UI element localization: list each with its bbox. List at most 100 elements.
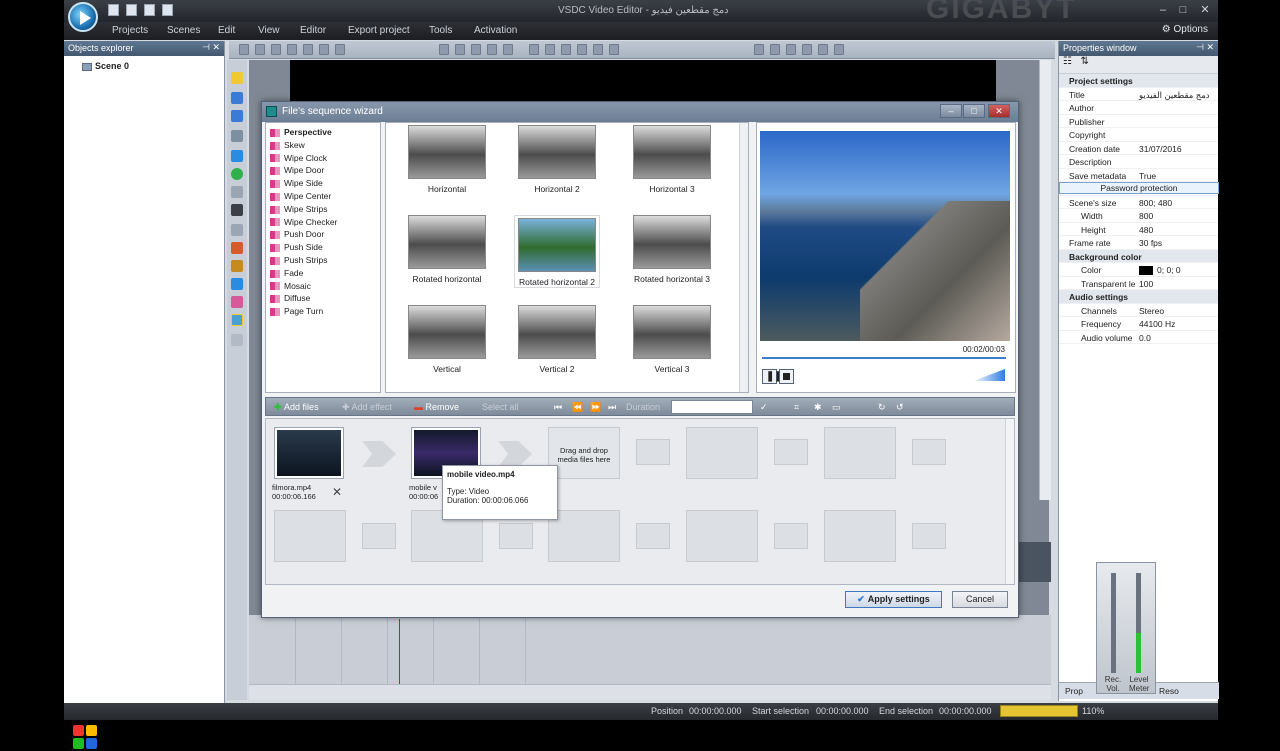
effect-item[interactable]: Fade — [270, 268, 303, 278]
crop-icon[interactable]: ⌗ — [794, 402, 799, 413]
record-volume-slider[interactable] — [1111, 573, 1116, 673]
property-row[interactable]: Author — [1059, 101, 1218, 115]
property-row[interactable]: Copyright — [1059, 128, 1218, 142]
property-value[interactable]: 44100 Hz — [1139, 319, 1175, 329]
effect-item[interactable]: Wipe Center — [270, 191, 331, 201]
wizard-close-button[interactable]: ✕ — [988, 104, 1010, 118]
property-value[interactable]: 800 — [1139, 211, 1153, 221]
effect-item[interactable]: Diffuse — [270, 293, 310, 303]
property-row[interactable]: Password protection — [1059, 182, 1219, 196]
tab-properties[interactable]: Prop — [1065, 686, 1083, 696]
transition-arrow-icon[interactable] — [362, 441, 396, 467]
transition-thumbnail[interactable]: Vertical — [404, 305, 490, 374]
property-value[interactable]: 800; 480 — [1139, 198, 1172, 208]
menu-edit[interactable]: Edit — [218, 25, 235, 36]
open-project-icon[interactable] — [126, 4, 137, 16]
effect-item[interactable]: Push Door — [270, 229, 324, 239]
transition-thumbnail[interactable]: Horizontal 2 — [514, 125, 600, 194]
property-row[interactable]: Color 0; 0; 0 — [1059, 263, 1218, 277]
line-tool-icon[interactable] — [231, 130, 243, 142]
rotate-back-icon[interactable]: ↺ — [896, 402, 904, 413]
property-section[interactable]: Project settings — [1059, 74, 1218, 88]
property-value[interactable]: 480 — [1139, 225, 1153, 235]
categorized-icon[interactable]: ☷ — [1063, 56, 1072, 67]
minimize-button[interactable]: – — [1154, 3, 1172, 18]
menu-activation[interactable]: Activation — [474, 25, 517, 36]
move-down-icon[interactable] — [545, 44, 555, 55]
wizard-maximize-button[interactable]: □ — [963, 104, 985, 118]
chart-tool-icon[interactable] — [231, 242, 243, 254]
step-forward-icon[interactable]: ⏩ — [590, 402, 601, 413]
apply-settings-button[interactable]: ✔ Apply settings — [845, 591, 942, 608]
app-logo-icon[interactable] — [68, 2, 98, 32]
effect-item[interactable]: Page Turn — [270, 306, 323, 316]
property-value[interactable]: 31/07/2016 — [1139, 144, 1182, 154]
property-row[interactable]: Creation date 31/07/2016 — [1059, 142, 1218, 155]
skip-start-icon[interactable]: ⏮ — [554, 402, 562, 413]
property-section[interactable]: Background color — [1059, 249, 1218, 263]
color-swatch[interactable] — [1139, 266, 1153, 276]
transition-thumbnail[interactable]: Rotated horizontal 2 — [514, 215, 600, 288]
effect-item[interactable]: Push Strips — [270, 255, 327, 265]
effect-item[interactable]: Skew — [270, 140, 305, 150]
close-button[interactable]: ✕ — [1196, 3, 1214, 18]
property-value[interactable]: 0; 0; 0 — [1139, 265, 1181, 276]
bring-front-icon[interactable] — [561, 44, 571, 55]
property-row[interactable]: Title دمج مقطعين الفيديو — [1059, 88, 1218, 101]
file-sequence-area[interactable]: filmora.mp4 00:00:06.166 ✕ mobile v 00:0… — [265, 418, 1015, 585]
transition-thumbnail[interactable]: Rotated horizontal 3 — [629, 215, 715, 284]
timeline-cursor[interactable] — [399, 619, 400, 685]
property-row[interactable]: Audio volume 0.0 — [1059, 331, 1218, 344]
align-center-icon[interactable] — [455, 44, 465, 55]
property-row[interactable]: Width 800 — [1059, 209, 1218, 223]
remove-button[interactable]: ▬ Remove — [414, 402, 459, 412]
paste-icon[interactable] — [271, 44, 281, 55]
rotate-icon[interactable]: ↻ — [878, 402, 886, 413]
menu-scenes[interactable]: Scenes — [167, 25, 200, 36]
timeline-scrollbar[interactable] — [249, 684, 1051, 700]
effects-icon[interactable] — [818, 44, 828, 55]
property-row[interactable]: Frequency 44100 Hz — [1059, 317, 1218, 331]
rectangle-tool-icon[interactable] — [231, 150, 243, 162]
ellipse-tool-icon[interactable] — [231, 168, 243, 180]
audio-tool-icon[interactable] — [231, 296, 243, 308]
menu-export-project[interactable]: Export project — [348, 25, 410, 36]
delete-icon[interactable] — [287, 44, 297, 55]
effect-item[interactable]: Wipe Door — [270, 165, 324, 175]
move-up-icon[interactable] — [529, 44, 539, 55]
menu-projects[interactable]: Projects — [112, 25, 148, 36]
remove-clip-icon[interactable]: ✕ — [332, 485, 342, 499]
stop-button[interactable] — [779, 369, 794, 384]
save-project-icon[interactable] — [144, 4, 155, 16]
crop-icon[interactable] — [303, 44, 313, 55]
undo-icon[interactable] — [319, 44, 329, 55]
cut-icon[interactable] — [239, 44, 249, 55]
copy-icon[interactable] — [255, 44, 265, 55]
volume-icon[interactable] — [973, 369, 1005, 381]
property-row[interactable]: Channels Stereo — [1059, 304, 1218, 317]
step-back-icon[interactable]: ⏪ — [572, 402, 583, 413]
property-row[interactable]: Transparent le 100 — [1059, 277, 1218, 290]
trim-icon[interactable] — [786, 44, 796, 55]
add-files-button[interactable]: ✚ Add files — [274, 402, 319, 413]
remove-marker-icon[interactable] — [834, 44, 844, 55]
tree-item-scene[interactable]: Scene 0 — [82, 61, 129, 71]
effects-icon[interactable]: ✱ — [814, 402, 822, 413]
adjust-icon[interactable]: ▭ — [832, 402, 841, 413]
split-icon[interactable] — [770, 44, 780, 55]
effect-item[interactable]: Wipe Checker — [270, 217, 337, 227]
pointer-tool-icon[interactable] — [231, 72, 243, 84]
save-as-icon[interactable] — [162, 4, 173, 16]
pen-tool-icon[interactable] — [231, 224, 243, 236]
move-tool-icon[interactable] — [231, 334, 243, 346]
drop-zone[interactable]: Drag and drop media files here — [548, 427, 620, 479]
menu-view[interactable]: View — [258, 25, 280, 36]
effect-item[interactable]: Wipe Clock — [270, 153, 327, 163]
clip-thumbnail[interactable] — [274, 427, 344, 479]
add-effect-button[interactable]: ✚ Add effect — [342, 402, 392, 413]
property-value[interactable]: دمج مقطعين الفيديو — [1139, 90, 1210, 101]
picture-tool-icon[interactable] — [231, 278, 243, 290]
effect-item[interactable]: Push Side — [270, 242, 323, 252]
image-tool-icon[interactable] — [231, 110, 243, 122]
property-row[interactable]: Save metadata True — [1059, 169, 1218, 182]
